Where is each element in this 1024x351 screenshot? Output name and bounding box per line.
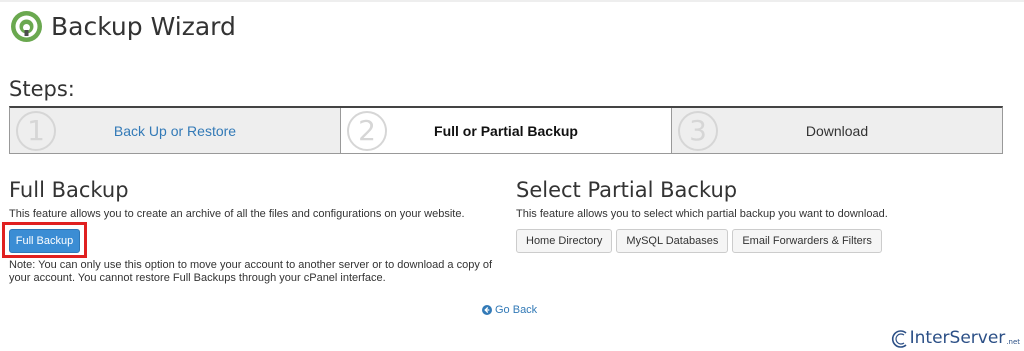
partial-backup-title: Select Partial Backup <box>516 178 738 202</box>
page-title: Backup Wizard <box>51 11 236 41</box>
top-rule <box>0 0 1024 2</box>
full-backup-description: This feature allows you to create an arc… <box>9 208 465 220</box>
partial-backup-buttons: Home Directory MySQL Databases Email For… <box>516 229 882 253</box>
step-label: Download <box>805 122 869 139</box>
email-forwarders-filters-button[interactable]: Email Forwarders & Filters <box>732 229 882 253</box>
step-number: 3 <box>678 111 718 151</box>
step-full-or-partial-backup: 2 Full or Partial Backup <box>341 108 672 153</box>
brand-name: InterServer <box>909 328 1006 348</box>
full-backup-button[interactable]: Full Backup <box>9 229 80 253</box>
brand-suffix: .net <box>1006 338 1020 346</box>
full-backup-title: Full Backup <box>9 178 129 202</box>
go-back-label[interactable]: Go Back <box>495 304 537 316</box>
steps-bar: 1 Back Up or Restore 2 Full or Partial B… <box>9 106 1003 154</box>
go-back-link[interactable]: Go Back <box>482 304 537 316</box>
full-backup-note: Note: You can only use this option to mo… <box>9 259 493 284</box>
interserver-swoosh-icon <box>891 330 907 348</box>
partial-backup-description: This feature allows you to select which … <box>516 208 888 220</box>
step-label: Full or Partial Backup <box>434 122 578 139</box>
step-download: 3 Download <box>672 108 1002 153</box>
backup-wizard-icon <box>11 10 42 42</box>
step-number: 1 <box>16 111 56 151</box>
step-back-up-or-restore[interactable]: 1 Back Up or Restore <box>10 108 341 153</box>
page-header: Backup Wizard <box>10 6 236 46</box>
steps-heading: Steps: <box>9 77 75 101</box>
circle-arrow-left-icon <box>482 305 492 315</box>
mysql-databases-button[interactable]: MySQL Databases <box>616 229 729 253</box>
interserver-logo: InterServer .net <box>891 328 1020 348</box>
step-number: 2 <box>347 111 387 151</box>
step-label[interactable]: Back Up or Restore <box>114 123 236 139</box>
home-directory-button[interactable]: Home Directory <box>516 229 613 253</box>
